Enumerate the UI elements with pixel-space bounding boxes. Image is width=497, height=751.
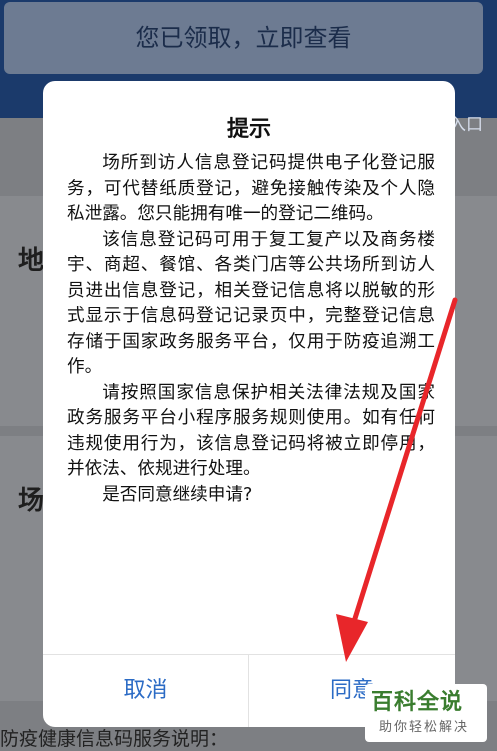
watermark-subtitle: 助你轻松解决 — [379, 720, 470, 735]
annotation-arrow-icon — [336, 297, 458, 662]
watermark-title: 百科全说 — [371, 690, 464, 715]
watermark-logo: 百科全说 助你轻松解决 — [365, 684, 487, 742]
